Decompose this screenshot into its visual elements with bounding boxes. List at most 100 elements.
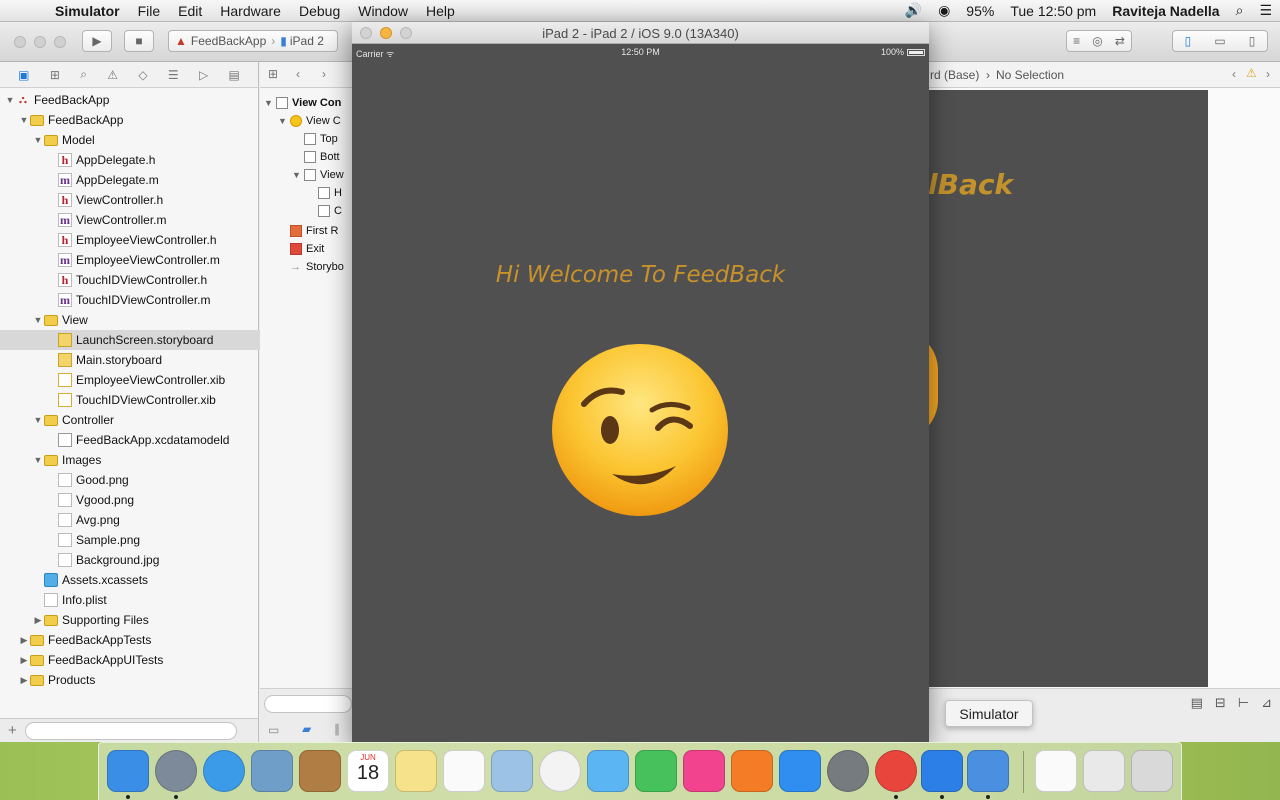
outline-item[interactable]: Exit <box>260 240 324 258</box>
storyboard-scene[interactable]: lBack <box>928 90 1208 687</box>
stop-button[interactable]: ■ <box>124 30 154 52</box>
disclosure-closed-icon[interactable]: ▶ <box>32 615 44 626</box>
navigator-filter-input[interactable] <box>24 721 237 740</box>
outline-item[interactable]: Top <box>260 130 338 148</box>
editor-mode-group[interactable]: ≡ ◎ ⇄ <box>1066 30 1132 52</box>
disclosure-open-icon[interactable]: ▼ <box>278 116 290 126</box>
warning-icon[interactable]: ⚠ <box>1246 66 1257 80</box>
outline-split-icon[interactable]: ∥ <box>334 722 340 736</box>
back-icon[interactable]: ‹ <box>296 67 300 81</box>
issue-navigator-icon[interactable]: ⚠ <box>107 68 118 82</box>
disclosure-closed-icon[interactable]: ▶ <box>18 655 30 666</box>
disclosure-open-icon[interactable]: ▼ <box>4 95 16 105</box>
photo-booth-icon[interactable] <box>491 750 533 792</box>
navigator-item[interactable]: ▼ View <box>0 310 291 330</box>
disclosure-closed-icon[interactable]: ▶ <box>18 675 30 686</box>
menu-app-name[interactable]: Simulator <box>46 3 129 19</box>
contacts-icon[interactable] <box>299 750 341 792</box>
outline-item[interactable]: H <box>260 184 342 202</box>
notification-center-icon[interactable]: ☰ <box>1251 2 1280 19</box>
disclosure-open-icon[interactable]: ▼ <box>32 455 44 465</box>
app-store-icon[interactable] <box>779 750 821 792</box>
trash-icon[interactable] <box>1131 750 1173 792</box>
related-items-icon[interactable]: ⊞ <box>268 67 278 81</box>
disclosure-open-icon[interactable]: ▼ <box>32 315 44 325</box>
window-minimize-button[interactable] <box>34 36 46 48</box>
simulator-titlebar[interactable]: iPad 2 - iPad 2 / iOS 9.0 (13A340) <box>352 22 929 44</box>
outline-item[interactable]: ▼ View Con <box>260 94 341 112</box>
scene-emoji-image[interactable] <box>928 330 938 440</box>
spotlight-search-icon[interactable]: ⌕ <box>1228 2 1252 19</box>
debug-navigator-icon[interactable]: ☰ <box>168 68 179 82</box>
navigator-item[interactable]: ▼ FeedBackApp <box>0 110 277 130</box>
navigator-item[interactable]: ▼ Controller <box>0 410 291 430</box>
ibooks-icon[interactable] <box>731 750 773 792</box>
utilities-toggle-icon[interactable]: ▯ <box>1249 34 1256 48</box>
safari-icon[interactable] <box>203 750 245 792</box>
outline-tag-icon[interactable]: ▰ <box>302 722 311 736</box>
menu-hardware[interactable]: Hardware <box>211 3 290 19</box>
battery-status[interactable]: 95% <box>958 3 1002 19</box>
outline-item[interactable]: C <box>260 202 342 220</box>
outline-item[interactable]: Bott <box>260 148 340 166</box>
volume-icon[interactable]: 🔊 <box>897 2 930 19</box>
outline-item[interactable]: First R <box>260 222 338 240</box>
navigator-item[interactable]: ▶ FeedBackAppUITests <box>0 650 277 670</box>
xcode-icon[interactable] <box>921 750 963 792</box>
navigator-item[interactable]: ▶ Supporting Files <box>0 610 291 630</box>
disclosure-closed-icon[interactable]: ▶ <box>18 635 30 646</box>
forward-icon[interactable]: › <box>322 67 326 81</box>
navigator-item[interactable]: ▼ ⛬ FeedBackApp <box>0 90 263 110</box>
menu-debug[interactable]: Debug <box>290 3 349 19</box>
project-navigator-icon[interactable]: ▣ <box>18 68 29 82</box>
menu-file[interactable]: File <box>129 3 170 19</box>
next-issue-icon[interactable]: › <box>1266 67 1270 81</box>
outline-filter-input[interactable] <box>264 695 352 713</box>
test-navigator-icon[interactable]: ◇ <box>138 68 147 82</box>
preview-icon[interactable] <box>251 750 293 792</box>
symbol-navigator-icon[interactable]: ⊞ <box>50 68 60 82</box>
navigator-item[interactable]: ▼ Images <box>0 450 291 470</box>
reminders-icon[interactable] <box>443 750 485 792</box>
disclosure-open-icon[interactable]: ▼ <box>18 115 30 125</box>
run-button[interactable]: ▶ <box>82 30 112 52</box>
chrome-icon[interactable] <box>875 750 917 792</box>
wifi-icon[interactable]: ◉ <box>930 2 958 19</box>
add-file-icon[interactable]: + <box>8 722 17 739</box>
menu-help[interactable]: Help <box>417 3 464 19</box>
pin-icon[interactable]: ⊢ <box>1238 695 1249 711</box>
scene-welcome-label[interactable]: lBack <box>928 168 1013 201</box>
menubar-user[interactable]: Raviteja Nadella <box>1104 3 1227 19</box>
stack-icon[interactable]: ▤ <box>1191 695 1203 711</box>
calendar-icon[interactable]: JUN 18 <box>347 750 389 792</box>
notes-icon[interactable] <box>395 750 437 792</box>
launchpad-icon[interactable] <box>155 750 197 792</box>
disclosure-open-icon[interactable]: ▼ <box>32 135 44 145</box>
outline-item[interactable]: ▼ View C <box>260 112 341 130</box>
align-icon[interactable]: ⊟ <box>1215 695 1226 711</box>
navigator-item[interactable]: ▶ Products <box>0 670 277 690</box>
itunes-icon[interactable] <box>683 750 725 792</box>
messages-icon[interactable] <box>587 750 629 792</box>
outline-item[interactable]: ▼ View <box>260 166 344 184</box>
report-navigator-icon[interactable]: ▤ <box>228 68 239 82</box>
navigator-toggle-icon[interactable]: ▯ <box>1185 34 1192 48</box>
find-navigator-icon[interactable]: ⌕ <box>80 67 87 82</box>
document-icon[interactable] <box>1035 750 1077 792</box>
finder-icon[interactable] <box>107 750 149 792</box>
menu-edit[interactable]: Edit <box>169 3 211 19</box>
simulator-window[interactable]: iPad 2 - iPad 2 / iOS 9.0 (13A340) Carri… <box>352 22 929 743</box>
navigator-item[interactable]: ▼ Model <box>0 130 291 150</box>
facetime-icon[interactable] <box>635 750 677 792</box>
standard-editor-icon[interactable]: ≡ <box>1073 34 1080 48</box>
downloads-icon[interactable] <box>1083 750 1125 792</box>
disclosure-open-icon[interactable]: ▼ <box>292 170 304 180</box>
resolve-autolayout-icon[interactable]: ⊿ <box>1261 695 1272 711</box>
debug-area-toggle-icon[interactable]: ▭ <box>1214 34 1225 48</box>
system-preferences-icon[interactable] <box>827 750 869 792</box>
window-close-button[interactable] <box>14 36 26 48</box>
outline-item[interactable]: → Storybo <box>260 258 344 276</box>
photos-icon[interactable] <box>539 750 581 792</box>
jumpbar-selection[interactable]: No Selection <box>996 68 1064 82</box>
assistant-editor-icon[interactable]: ◎ <box>1092 34 1102 48</box>
